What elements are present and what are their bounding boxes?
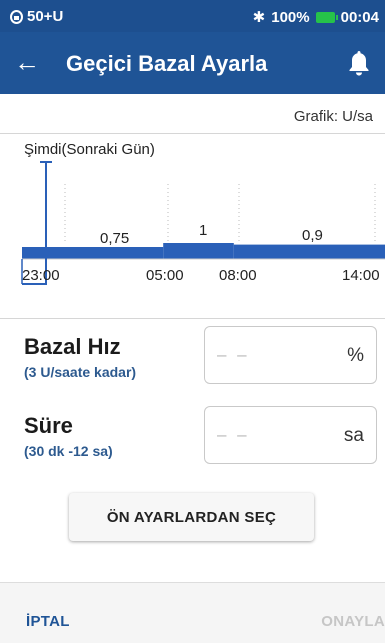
- basal-segment-bar: [233, 244, 375, 259]
- x-tick-label: 08:00: [219, 267, 257, 284]
- status-left: 50+U: [10, 8, 63, 25]
- basal-rate-label: Bazal Hız: [24, 334, 121, 359]
- x-tick-label: 23:00: [22, 267, 60, 284]
- duration-placeholder: – –: [217, 425, 250, 444]
- chart-bars: [22, 243, 385, 259]
- insulin-remaining-text: 50+U: [27, 8, 64, 25]
- bottom-action-bar: İPTAL ONAYLA: [0, 582, 385, 643]
- graph-unit-label: Grafik: U/sa: [293, 108, 373, 125]
- basal-rate-sublabel: (3 U/saate kadar): [24, 364, 137, 380]
- bluetooth-icon: ✱: [252, 9, 266, 26]
- now-label: Şimdi(Sonraki Gün): [24, 141, 155, 158]
- chart-bottom-divider: [0, 318, 385, 319]
- basal-rate-input[interactable]: – – %: [204, 326, 377, 384]
- status-time: 00:04: [340, 8, 379, 26]
- pod-status-icon: [10, 9, 23, 24]
- x-tick-label: 05:00: [146, 267, 184, 284]
- select-preset-button[interactable]: ÖN AYARLARDAN SEÇ: [69, 493, 314, 541]
- basal-rate-unit: %: [347, 345, 364, 366]
- battery-percent: 100%: [271, 8, 310, 26]
- status-bar: 50+U ✱ 100% 00:04: [0, 0, 385, 32]
- duration-input[interactable]: – – sa: [204, 406, 377, 464]
- duration-label: Süre: [24, 413, 73, 438]
- cancel-button[interactable]: İPTAL: [26, 613, 70, 630]
- page-title: Geçici Bazal Ayarla: [66, 51, 268, 76]
- duration-unit: sa: [343, 425, 364, 446]
- basal-segment-bar: [22, 247, 164, 259]
- back-arrow-icon[interactable]: ←: [10, 46, 44, 80]
- rate-label-0: 0,75: [100, 230, 130, 247]
- status-right: ✱ 100% 00:04: [252, 8, 379, 27]
- basal-rate-placeholder: – –: [217, 345, 250, 364]
- confirm-button[interactable]: ONAYLA: [321, 613, 385, 630]
- bell-icon[interactable]: [347, 49, 371, 77]
- battery-icon: [315, 11, 338, 23]
- rate-label-1: 1: [199, 222, 208, 239]
- duration-sublabel: (30 dk -12 sa): [24, 443, 113, 459]
- x-tick-label: 14:00: [342, 267, 380, 284]
- app-bar: ← Geçici Bazal Ayarla: [0, 32, 385, 94]
- basal-segment-bar-continuation: [375, 244, 385, 259]
- rate-label-2: 0,9: [302, 227, 323, 244]
- basal-segment-bar: [163, 243, 234, 259]
- chart-top-divider: [0, 133, 385, 134]
- basal-chart: Şimdi(Sonraki Gün) 0,75 1 0,9 23:00 05:0…: [0, 136, 385, 296]
